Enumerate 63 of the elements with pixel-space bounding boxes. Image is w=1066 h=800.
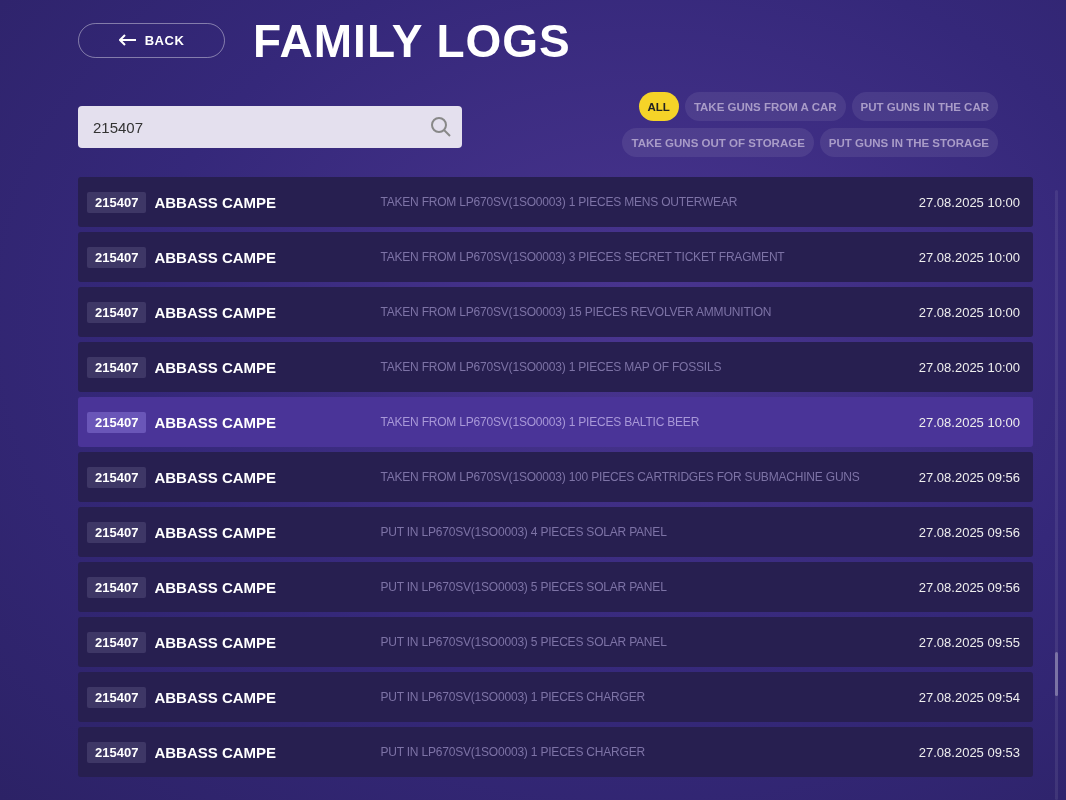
id-badge: 215407 bbox=[87, 411, 147, 433]
log-row[interactable]: 215407 ABBASS CAMPE PUT IN LP670SV(1SO0003) 5 PIECES SOLAR PANEL 27.08.2025 09:56 bbox=[78, 562, 1033, 612]
log-action: PUT IN LP670SV(1SO0003) 1 PIECES CHARGER bbox=[380, 690, 646, 704]
log-time: 27.08.2025 09:55 bbox=[918, 634, 1020, 650]
player-name: ABBASS CAMPE bbox=[154, 688, 278, 706]
page-title: FAMILY LOGS bbox=[253, 18, 571, 64]
id-badge: 215407 bbox=[87, 301, 147, 323]
id-badge: 215407 bbox=[87, 686, 147, 708]
log-action: TAKEN FROM LP670SV(1SO0003) 3 PIECES SECRET TICKET FRAGMENT bbox=[380, 250, 786, 264]
log-action: PUT IN LP670SV(1SO0003) 1 PIECES CHARGER bbox=[380, 745, 646, 759]
log-action: TAKEN FROM LP670SV(1SO0003) 100 PIECES CARTRIDGES FOR SUBMACHINE GUNS bbox=[380, 470, 861, 484]
player-name: ABBASS CAMPE bbox=[154, 193, 278, 211]
log-row[interactable]: 215407 ABBASS CAMPE TAKEN FROM LP670SV(1SO0003) 1 PIECES BALTIC BEER 27.08.2025 10:00 bbox=[78, 397, 1033, 447]
log-time: 27.08.2025 09:56 bbox=[918, 579, 1020, 595]
id-badge: 215407 bbox=[87, 356, 147, 378]
player-name: ABBASS CAMPE bbox=[154, 523, 278, 541]
log-time: 27.08.2025 10:00 bbox=[918, 304, 1020, 320]
log-row[interactable]: 215407 ABBASS CAMPE TAKEN FROM LP670SV(1SO0003) 15 PIECES REVOLVER AMMUNITION 27.08.2025 10:00 bbox=[78, 287, 1033, 337]
player-name: ABBASS CAMPE bbox=[154, 303, 278, 321]
log-action: TAKEN FROM LP670SV(1SO0003) 1 PIECES MENS OUTERWEAR bbox=[380, 195, 739, 209]
id-badge: 215407 bbox=[87, 246, 147, 268]
log-action: TAKEN FROM LP670SV(1SO0003) 1 PIECES BALTIC BEER bbox=[380, 415, 701, 429]
player-name: ABBASS CAMPE bbox=[154, 248, 278, 266]
log-row[interactable]: 215407 ABBASS CAMPE TAKEN FROM LP670SV(1SO0003) 1 PIECES MAP OF FOSSILS 27.08.2025 10:00 bbox=[78, 342, 1033, 392]
search-field[interactable]: 215407 bbox=[78, 106, 462, 148]
filter-chip[interactable]: ALL bbox=[638, 92, 679, 121]
log-row[interactable]: 215407 ABBASS CAMPE PUT IN LP670SV(1SO0003) 4 PIECES SOLAR PANEL 27.08.2025 09:56 bbox=[78, 507, 1033, 557]
log-row[interactable]: 215407 ABBASS CAMPE TAKEN FROM LP670SV(1SO0003) 100 PIECES CARTRIDGES FOR SUBMACHINE GUNS 27.08.2025 09:56 bbox=[78, 452, 1033, 502]
filter-chip[interactable]: PUT GUNS IN THE CAR bbox=[851, 92, 998, 121]
arrow-left-icon bbox=[118, 34, 137, 46]
log-time: 27.08.2025 09:56 bbox=[918, 524, 1020, 540]
id-badge: 215407 bbox=[87, 191, 147, 213]
id-badge: 215407 bbox=[87, 466, 147, 488]
log-time: 27.08.2025 09:53 bbox=[918, 744, 1020, 760]
log-time: 27.08.2025 09:56 bbox=[918, 469, 1020, 485]
player-name: ABBASS CAMPE bbox=[154, 578, 278, 596]
player-name: ABBASS CAMPE bbox=[154, 743, 278, 761]
log-row[interactable]: 215407 ABBASS CAMPE PUT IN LP670SV(1SO0003) 1 PIECES CHARGER 27.08.2025 09:54 bbox=[78, 672, 1033, 722]
log-time: 27.08.2025 09:54 bbox=[918, 689, 1020, 705]
player-name: ABBASS CAMPE bbox=[154, 468, 278, 486]
id-badge: 215407 bbox=[87, 631, 147, 653]
log-action: PUT IN LP670SV(1SO0003) 4 PIECES SOLAR PANEL bbox=[380, 525, 668, 539]
log-row[interactable]: 215407 ABBASS CAMPE TAKEN FROM LP670SV(1SO0003) 3 PIECES SECRET TICKET FRAGMENT 27.08.2025 10:00 bbox=[78, 232, 1033, 282]
log-time: 27.08.2025 10:00 bbox=[918, 359, 1020, 375]
filter-chip[interactable]: TAKE GUNS FROM A CAR bbox=[684, 92, 846, 121]
id-badge: 215407 bbox=[87, 741, 147, 763]
search-icon bbox=[430, 116, 452, 138]
filter-chip[interactable]: PUT GUNS IN THE STORAGE bbox=[819, 128, 998, 157]
id-badge: 215407 bbox=[87, 576, 147, 598]
player-name: ABBASS CAMPE bbox=[154, 358, 278, 376]
log-action: PUT IN LP670SV(1SO0003) 5 PIECES SOLAR PANEL bbox=[380, 580, 668, 594]
log-action: TAKEN FROM LP670SV(1SO0003) 1 PIECES MAP OF FOSSILS bbox=[380, 360, 723, 374]
id-badge: 215407 bbox=[87, 521, 147, 543]
log-action: TAKEN FROM LP670SV(1SO0003) 15 PIECES REVOLVER AMMUNITION bbox=[380, 305, 773, 319]
log-time: 27.08.2025 10:00 bbox=[918, 194, 1020, 210]
log-time: 27.08.2025 10:00 bbox=[918, 414, 1020, 430]
log-row[interactable]: 215407 ABBASS CAMPE PUT IN LP670SV(1SO0003) 5 PIECES SOLAR PANEL 27.08.2025 09:55 bbox=[78, 617, 1033, 667]
log-action: PUT IN LP670SV(1SO0003) 5 PIECES SOLAR PANEL bbox=[380, 635, 668, 649]
log-time: 27.08.2025 10:00 bbox=[918, 249, 1020, 265]
log-row[interactable]: 215407 ABBASS CAMPE PUT IN LP670SV(1SO0003) 1 PIECES CHARGER 27.08.2025 09:53 bbox=[78, 727, 1033, 777]
log-row[interactable]: 215407 ABBASS CAMPE TAKEN FROM LP670SV(1SO0003) 1 PIECES MENS OUTERWEAR 27.08.2025 10:00 bbox=[78, 177, 1033, 227]
player-name: ABBASS CAMPE bbox=[154, 413, 278, 431]
player-name: ABBASS CAMPE bbox=[154, 633, 278, 651]
